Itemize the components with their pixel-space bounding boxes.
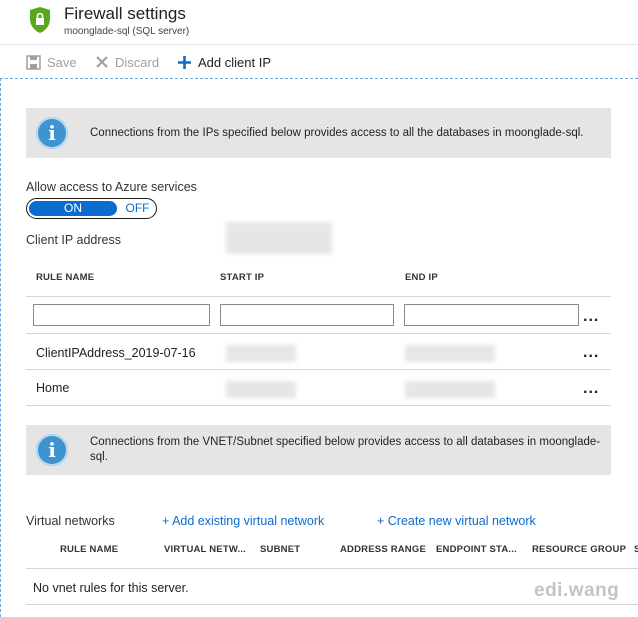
discard-button[interactable]: Discard bbox=[95, 53, 159, 71]
start-ip-redacted bbox=[226, 381, 296, 398]
save-label: Save bbox=[47, 54, 77, 70]
add-existing-vnet-link[interactable]: + Add existing virtual network bbox=[162, 514, 324, 528]
vnet-header-address-range: ADDRESS RANGE bbox=[340, 544, 426, 555]
page-title: Firewall settings bbox=[64, 4, 186, 23]
add-client-ip-button[interactable]: Add client IP bbox=[177, 53, 271, 71]
client-ip-label: Client IP address bbox=[26, 233, 121, 247]
add-client-ip-label: Add client IP bbox=[198, 54, 271, 70]
info-banner-text: Connections from the VNET/Subnet specifi… bbox=[90, 436, 601, 463]
more-options-icon[interactable]: ... bbox=[583, 344, 599, 362]
toggle-off-option[interactable]: OFF bbox=[119, 201, 156, 216]
vnet-header-subnet: SUBNET bbox=[260, 544, 301, 555]
client-ip-value-redacted bbox=[226, 222, 332, 254]
column-header-end-ip: END IP bbox=[405, 272, 438, 283]
info-banner-vnet: i Connections from the VNET/Subnet speci… bbox=[26, 425, 611, 475]
azure-access-toggle[interactable]: ON OFF bbox=[26, 198, 157, 219]
column-header-start-ip: START IP bbox=[220, 272, 265, 283]
watermark: edi.wang bbox=[534, 580, 620, 601]
end-ip-input[interactable] bbox=[404, 304, 579, 326]
column-header-rule-name: RULE NAME bbox=[36, 272, 95, 283]
end-ip-redacted bbox=[405, 381, 495, 398]
toggle-on-option[interactable]: ON bbox=[29, 201, 117, 216]
table-divider bbox=[26, 405, 611, 406]
vnet-header-endpoint-status: ENDPOINT STA... bbox=[436, 544, 517, 555]
rule-name-input[interactable] bbox=[33, 304, 210, 326]
more-options-icon[interactable]: ... bbox=[583, 380, 599, 398]
save-button[interactable]: Save bbox=[26, 53, 77, 71]
vnet-header-rule-name: RULE NAME bbox=[60, 544, 119, 555]
page-subtitle: moonglade-sql (SQL server) bbox=[64, 26, 190, 37]
vnet-empty-message: No vnet rules for this server. bbox=[33, 581, 189, 595]
virtual-networks-label: Virtual networks bbox=[26, 514, 115, 528]
start-ip-redacted bbox=[226, 345, 296, 362]
azure-access-label: Allow access to Azure services bbox=[26, 180, 197, 194]
info-icon: i bbox=[36, 117, 68, 149]
command-bar: Save Discard Add client IP bbox=[0, 44, 638, 79]
discard-label: Discard bbox=[115, 54, 160, 70]
create-new-vnet-link[interactable]: + Create new virtual network bbox=[377, 514, 536, 528]
vnet-header-resource-group: RESOURCE GROUP bbox=[532, 544, 627, 555]
plus-icon bbox=[178, 55, 191, 69]
table-divider bbox=[26, 568, 638, 569]
table-divider bbox=[26, 604, 638, 605]
more-options-icon[interactable]: ... bbox=[583, 308, 599, 326]
table-divider bbox=[26, 296, 611, 297]
vnet-header-virtual-network: VIRTUAL NETW... bbox=[164, 544, 246, 555]
save-icon bbox=[26, 54, 41, 70]
end-ip-redacted bbox=[405, 345, 495, 362]
info-banner-text: Connections from the IPs specified below… bbox=[90, 127, 584, 139]
table-divider bbox=[26, 369, 611, 370]
rule-name-cell: ClientIPAddress_2019-07-16 bbox=[36, 346, 196, 360]
vnet-header-truncated: S bbox=[634, 544, 638, 555]
table-divider bbox=[26, 333, 611, 334]
info-banner-ips: i Connections from the IPs specified bel… bbox=[26, 108, 611, 158]
rule-name-cell: Home bbox=[36, 381, 70, 395]
info-icon: i bbox=[36, 434, 68, 466]
start-ip-input[interactable] bbox=[220, 304, 394, 326]
close-icon bbox=[96, 56, 108, 68]
blade-header: Firewall settings moonglade-sql (SQL ser… bbox=[0, 0, 638, 44]
shield-lock-icon bbox=[30, 7, 50, 33]
